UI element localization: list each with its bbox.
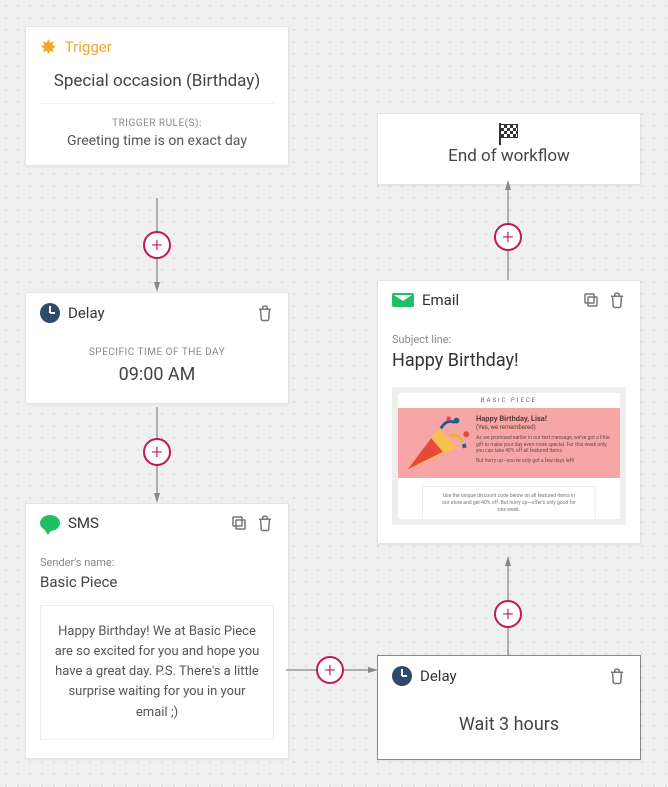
add-step-button-4[interactable]: + (494, 600, 522, 628)
duplicate-icon[interactable] (582, 291, 600, 309)
delay-wait: Wait 3 hours (378, 714, 640, 735)
trigger-title: Special occasion (Birthday) (26, 67, 288, 103)
party-popper-icon (398, 408, 476, 478)
add-step-button-1[interactable]: + (143, 231, 171, 259)
delete-icon[interactable] (256, 514, 274, 532)
sender-name: Basic Piece (40, 573, 274, 591)
trigger-rule: Greeting time is on exact day (26, 129, 288, 165)
delete-icon[interactable] (608, 291, 626, 309)
preview-body: Use the unique discount code below on al… (422, 486, 596, 521)
chat-icon (40, 515, 60, 531)
flag-icon (500, 124, 518, 138)
email-label: Email (422, 291, 574, 309)
email-subject: Happy Birthday! (392, 350, 626, 371)
add-step-button-5[interactable]: + (494, 223, 522, 251)
duplicate-icon[interactable] (230, 514, 248, 532)
delay-subhead: SPECIFIC TIME OF THE DAY (26, 347, 288, 358)
trigger-rules-header: TRIGGER RULE(S): (26, 118, 288, 129)
add-step-button-2[interactable]: + (143, 438, 171, 466)
add-step-button-3[interactable]: + (316, 656, 344, 684)
delay-time: 09:00 AM (26, 364, 288, 385)
sms-label: SMS (68, 514, 222, 532)
clock-icon (40, 303, 60, 323)
end-label: End of workflow (378, 146, 640, 166)
preview-subheadline: (Yes, we remembered) (476, 424, 612, 431)
subject-label: Subject line: (392, 333, 626, 346)
delay-label: Delay (68, 304, 248, 322)
delay-node-1[interactable]: Delay SPECIFIC TIME OF THE DAY 09:00 AM (25, 292, 289, 404)
clock-icon (392, 666, 412, 686)
end-node: End of workflow (377, 113, 641, 185)
sms-body: Happy Birthday! We at Basic Piece are so… (40, 605, 274, 740)
preview-headline: Happy Birthday, Lisa! (476, 414, 612, 423)
sms-node[interactable]: SMS Sender's name: Basic Piece Happy Bir… (25, 503, 289, 759)
spark-icon: ✸ (40, 37, 57, 57)
preview-copy: As we promised earlier in our text messa… (476, 435, 612, 455)
preview-footer: But hurry up—you've only got a few days … (476, 458, 612, 465)
trigger-node[interactable]: ✸ Trigger Special occasion (Birthday) TR… (25, 26, 289, 166)
delete-icon[interactable] (608, 667, 626, 685)
preview-brand: BASIC PIECE (398, 393, 620, 408)
sender-label: Sender's name: (40, 556, 274, 569)
trigger-label: Trigger (65, 38, 274, 56)
delay-label: Delay (420, 667, 600, 685)
email-node[interactable]: Email Subject line: Happy Birthday! BASI… (377, 280, 641, 544)
email-preview: BASIC PIECE Happy Birthday, Lisa! (Yes, … (392, 387, 626, 525)
mail-icon (392, 293, 414, 307)
delete-icon[interactable] (256, 304, 274, 322)
delay-node-2[interactable]: Delay Wait 3 hours (377, 655, 641, 760)
